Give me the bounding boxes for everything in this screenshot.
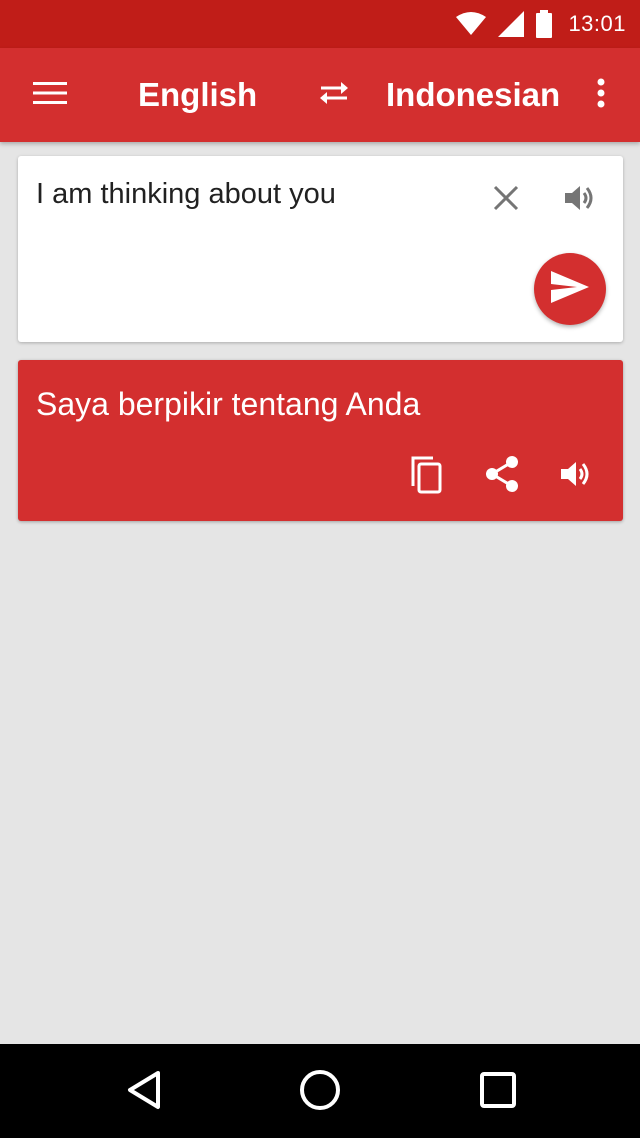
source-text-input[interactable]	[36, 178, 466, 211]
volume-icon	[563, 183, 597, 218]
swap-icon	[317, 80, 351, 111]
swap-languages-button[interactable]	[312, 75, 356, 115]
home-icon	[298, 1068, 342, 1117]
input-card	[18, 156, 623, 342]
source-language-selector[interactable]: English	[138, 48, 257, 142]
translated-text: Saya berpikir tentang Anda	[36, 386, 421, 422]
menu-icon	[33, 81, 67, 110]
copy-button[interactable]	[404, 452, 448, 500]
overflow-icon	[597, 78, 605, 113]
volume-icon	[559, 459, 593, 494]
cell-signal-icon	[498, 11, 525, 37]
share-button[interactable]	[480, 452, 524, 500]
send-icon	[551, 270, 589, 308]
share-icon	[484, 455, 520, 498]
result-card: Saya berpikir tentang Anda	[18, 360, 623, 521]
speak-source-button[interactable]	[558, 178, 602, 222]
clear-input-button[interactable]	[484, 178, 528, 222]
menu-button[interactable]	[22, 73, 78, 117]
wifi-icon	[456, 12, 487, 36]
app-bar: English Indonesian	[0, 48, 640, 142]
recents-button[interactable]	[472, 1066, 524, 1118]
recents-icon	[479, 1071, 517, 1114]
status-clock: 13:01	[568, 11, 626, 36]
status-bar: 13:01	[0, 0, 640, 48]
target-language-selector[interactable]: Indonesian	[386, 48, 560, 142]
battery-icon	[536, 10, 553, 38]
translate-button[interactable]	[534, 253, 606, 325]
close-icon	[492, 184, 520, 217]
back-button[interactable]	[118, 1066, 170, 1118]
translator-screen: 13:01 English Indonesian I am thinking a…	[0, 0, 640, 1138]
speak-translation-button[interactable]	[554, 452, 598, 500]
back-icon	[126, 1070, 162, 1115]
overflow-menu-button[interactable]	[584, 73, 618, 117]
navigation-bar	[0, 1044, 640, 1138]
copy-icon	[409, 454, 443, 499]
home-button[interactable]	[294, 1066, 346, 1118]
